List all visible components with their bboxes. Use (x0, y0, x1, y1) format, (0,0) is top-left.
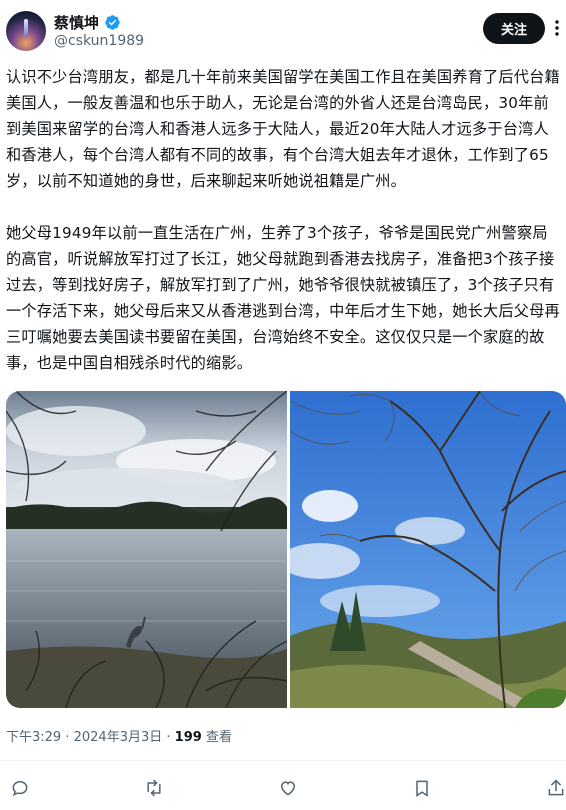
photo-tree-sky[interactable] (290, 391, 566, 708)
bookmark-icon[interactable] (410, 776, 434, 800)
tweet-meta: 下午3:29 · 2024年3月3日 · 199 查看 (6, 726, 232, 745)
tweet-date[interactable]: 2024年3月3日 (74, 730, 163, 745)
verified-badge-icon (105, 15, 120, 30)
more-icon[interactable] (551, 20, 563, 36)
divider (0, 760, 566, 761)
tweet-paragraph: 认识不少台湾朋友，都是几十年前来美国留学在美国工作且在美国养育了后代台籍美国人，… (6, 68, 560, 190)
name-row: 蔡慎坤 (54, 12, 121, 33)
like-icon[interactable] (276, 776, 300, 800)
media-grid (6, 391, 566, 708)
tweet-paragraph: 她父母1949年以前一直生活在广州，生养了3个孩子，爷爷是国民党广州警察局的高官… (6, 224, 560, 372)
avatar[interactable] (6, 11, 46, 51)
display-name[interactable]: 蔡慎坤 (54, 12, 99, 33)
tweet-text: 认识不少台湾朋友，都是几十年前来美国留学在美国工作且在美国养育了后代台籍美国人，… (6, 64, 562, 402)
views-count: 199 (174, 730, 202, 745)
tweet-time[interactable]: 下午3:29 (6, 730, 61, 745)
meta-separator: · (162, 730, 175, 745)
action-bar (0, 772, 566, 804)
follow-button[interactable]: 关注 (483, 13, 545, 44)
meta-separator: · (61, 730, 74, 745)
reply-icon[interactable] (8, 776, 32, 800)
user-handle[interactable]: @cskun1989 (54, 33, 144, 49)
photo-lake-heron[interactable] (6, 391, 287, 708)
tweet-header: 蔡慎坤 @cskun1989 关注 (0, 0, 566, 60)
share-icon[interactable] (544, 776, 566, 800)
retweet-icon[interactable] (142, 776, 166, 800)
views-label: 查看 (201, 730, 232, 745)
